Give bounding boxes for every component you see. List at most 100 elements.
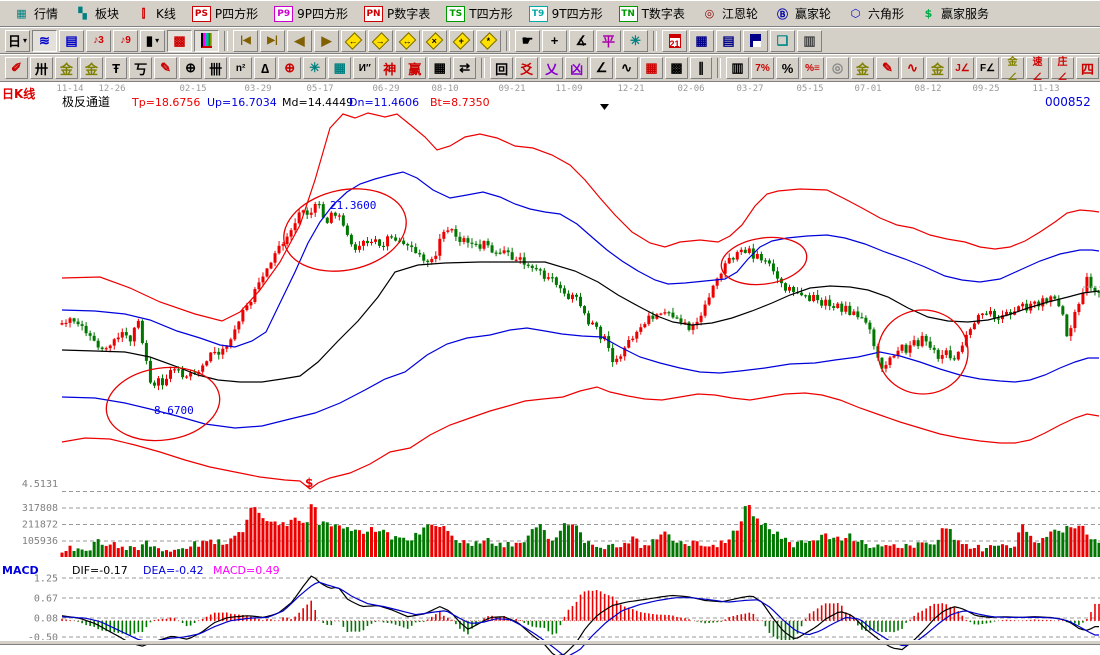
fan-purple-button[interactable]: 乂	[540, 57, 563, 79]
toolbar-item-9p-square[interactable]: P99P四方形	[267, 4, 355, 23]
hook-tool-button[interactable]: 丂	[129, 57, 152, 79]
tally-ruler-button[interactable]: 卌	[204, 57, 227, 79]
toolbar-item-9t-square[interactable]: T99T四方形	[522, 4, 610, 23]
goto-last-button[interactable]: ▶|	[260, 30, 285, 52]
gold-ruler-2-button[interactable]: 金	[80, 57, 103, 79]
toolbar-item-sectors[interactable]: ▚板块	[67, 4, 126, 23]
dollar-icon: $	[920, 6, 937, 21]
gold-lines-button[interactable]: 金	[851, 57, 874, 79]
percent-button[interactable]: %	[776, 57, 799, 79]
time-ruler-button[interactable]: 卅	[30, 57, 53, 79]
angle-ruler-button[interactable]: ∆	[254, 57, 276, 79]
ying-tool-button[interactable]: 赢	[403, 57, 426, 79]
f-ruler-button[interactable]: Ŧ	[105, 57, 127, 79]
gann-glyph-tool-button[interactable]: 平	[596, 30, 621, 52]
calculator-tool-button[interactable]: ▦	[689, 30, 714, 52]
wave-gold-button[interactable]: ∿	[901, 57, 924, 79]
parallel-lines-button[interactable]: ∥	[690, 57, 712, 79]
diamond-shift-left-button[interactable]: ←	[341, 30, 366, 52]
circle-ruler-button[interactable]: ⊕	[179, 57, 202, 79]
box-grid-button[interactable]: 回	[490, 57, 513, 79]
diamond-shift-right-button[interactable]: →	[368, 30, 393, 52]
dropdown-arrow-icon: ▾	[155, 36, 159, 45]
wave-lines-button[interactable]: ∿	[615, 57, 638, 79]
pen-red-button[interactable]: ✎	[154, 57, 177, 79]
j-angle-button[interactable]: J∠	[951, 57, 974, 79]
toolbar-item-hexagon[interactable]: ⬡六角形	[840, 4, 911, 23]
toolbar-item-t-number-table[interactable]: TNT数字表	[612, 4, 692, 23]
wave-3-button[interactable]: ♪3	[86, 30, 111, 52]
grid-black-button[interactable]: ▩	[665, 57, 688, 79]
computer-tool-button[interactable]: ▥	[797, 30, 822, 52]
pattern-tool-button[interactable]: ▩	[167, 30, 192, 52]
four-square-button[interactable]: 四	[1076, 57, 1099, 79]
candles-icon: ⫿	[135, 6, 152, 21]
brush-red-button[interactable]: ✐	[5, 57, 28, 79]
gold-circle-button[interactable]: ◎	[826, 57, 849, 79]
period-day-combo-icon: 日	[8, 31, 21, 50]
toolbar-item-winner-service[interactable]: $赢家服务	[913, 4, 996, 23]
f-ruler-icon: Ŧ	[112, 61, 120, 76]
candle-style-combo-button[interactable]: ▮▾	[140, 30, 165, 52]
star-web-button[interactable]: ✳	[303, 57, 326, 79]
web-grid-button[interactable]: ▦	[328, 57, 351, 79]
angle-line-tool-button[interactable]: ∡	[569, 30, 594, 52]
fan-grid-button[interactable]: 凶	[565, 57, 588, 79]
diamond-expand-h-button[interactable]: ↔	[395, 30, 420, 52]
percent-lines-button[interactable]: %≡	[801, 57, 824, 79]
save-tool-button[interactable]	[743, 30, 768, 52]
diamond-move-button[interactable]: *	[476, 30, 501, 52]
toolbar-item-p-square[interactable]: PSP四方形	[185, 4, 265, 23]
toolbar-item-winner-wheel[interactable]: Ⓑ赢家轮	[767, 4, 838, 23]
fan-red-button[interactable]: 爻	[515, 57, 538, 79]
toolbar-item-gann-wheel[interactable]: ◎江恩轮	[694, 4, 765, 23]
angle-line-tool-icon: ∡	[576, 33, 588, 49]
gold-ruler-1-button[interactable]: 金	[55, 57, 78, 79]
crosshair-red-button[interactable]: ⊕	[278, 57, 301, 79]
info-doc-icon: ▤	[65, 33, 77, 49]
wave-marker-button[interactable]: И″	[353, 57, 376, 79]
speed-angle-button[interactable]: 速∠	[1026, 57, 1049, 79]
n-squared-button[interactable]: n²	[229, 57, 252, 79]
toolbar-item-t-square[interactable]: TST四方形	[439, 4, 519, 23]
seven-percent-button[interactable]: 7%	[751, 57, 774, 79]
period-day-combo-button[interactable]: 日▾	[5, 30, 30, 52]
info-doc-button[interactable]: ▤	[59, 30, 84, 52]
prev-bar-button[interactable]: ◀	[287, 30, 312, 52]
grid-red-button[interactable]: ▦	[640, 57, 663, 79]
color-chart-tool-button[interactable]	[194, 30, 219, 52]
crosshair-tool-button[interactable]: +	[542, 30, 567, 52]
network-tool-button[interactable]: ❑	[770, 30, 795, 52]
gold-mark-button[interactable]: 金	[926, 57, 949, 79]
drawing-toolbar: ✐卅金金Ŧ丂✎⊕卌n²∆⊕✳▦И″神赢▦⇄回爻乂凶∠∿▦▩∥▥7%%%≡◎金✎∿…	[0, 54, 1100, 82]
chart-canvas[interactable]: 11-1412-2602-1503-2905-1706-2908-1009-21…	[0, 82, 1100, 655]
calendar-tool-button[interactable]: 21	[662, 30, 687, 52]
span-arrows-button[interactable]: ⇄	[453, 57, 476, 79]
toolbar-item-market-quotes[interactable]: ▦行情	[6, 4, 65, 23]
gold-angle-button[interactable]: 金∠	[1001, 57, 1024, 79]
shen-tool-button[interactable]: 神	[378, 57, 401, 79]
next-bar-button[interactable]: ▶	[314, 30, 339, 52]
price-table-button[interactable]: ▥	[726, 57, 749, 79]
toolbar-item-p-number-table[interactable]: PNP数字表	[357, 4, 437, 23]
angle-lines-button[interactable]: ∠	[590, 57, 613, 79]
wave-9-button[interactable]: ♪9	[113, 30, 138, 52]
number-grid-button[interactable]: ▦	[428, 57, 451, 79]
hand-tool-button[interactable]: ☛	[515, 30, 540, 52]
toolbar-item-kline[interactable]: ⫿K线	[128, 4, 183, 23]
pen-note-button[interactable]: ✎	[876, 57, 899, 79]
diamond-expand-button[interactable]: +	[449, 30, 474, 52]
fan-purple-icon: 乂	[545, 59, 558, 78]
goto-first-button[interactable]: |◀	[233, 30, 258, 52]
annotations: 21.36008.6700$	[102, 104, 968, 490]
diamond-move-icon: *	[480, 32, 498, 50]
notes-tool-button[interactable]: ▤	[716, 30, 741, 52]
up-value: Up=16.7034	[207, 97, 277, 109]
zhuang-angle-button[interactable]: 庄∠	[1051, 57, 1074, 79]
pane-separator[interactable]	[0, 640, 1100, 645]
trend-tool-button[interactable]: ≋	[32, 30, 57, 52]
diamond-compress-button[interactable]: ×	[422, 30, 447, 52]
date-axis: 11-1412-2602-1503-2905-1706-2908-1009-21…	[56, 84, 1059, 94]
f-angle-button[interactable]: F∠	[976, 57, 999, 79]
web-tool-button[interactable]: ✳	[623, 30, 648, 52]
